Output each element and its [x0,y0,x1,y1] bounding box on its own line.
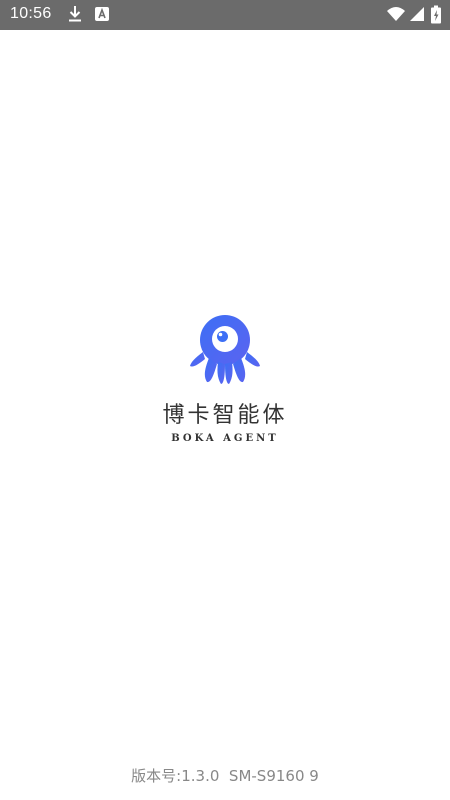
download-icon [69,6,81,22]
octopus-logo-icon [187,312,263,386]
status-time: 10:56 [10,5,52,22]
splash-screen: 10:56 博卡智能体 BOKA AGENT 版本号:1.3.0 SM-S916… [0,0,450,800]
battery-icon [431,5,441,24]
version-label: 版本号:1.3.0 SM-S9160 9 [131,767,319,785]
wifi-icon [387,7,405,21]
signal-icon [410,7,424,21]
status-bar: 10:56 [0,0,450,30]
app-a-icon [95,7,109,21]
app-name: 博卡智能体 [162,403,288,428]
app-subtitle: BOKA AGENT [171,433,279,444]
